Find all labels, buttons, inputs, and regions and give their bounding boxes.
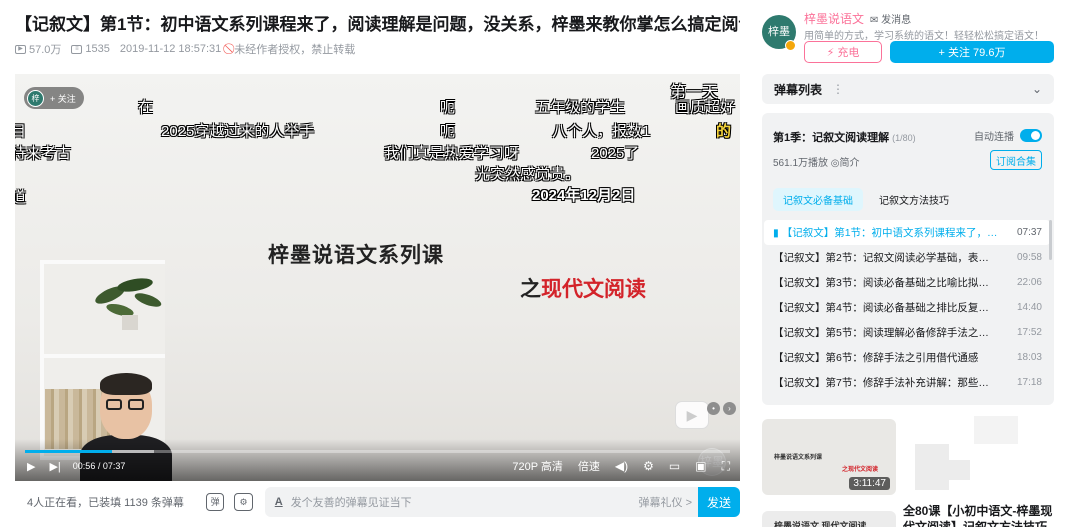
plant-image xyxy=(95,278,162,330)
danmaku: 待来考古 xyxy=(15,145,72,162)
episode-item[interactable]: 【记叙文】第6节：修辞手法之引用借代通感 18:03 xyxy=(764,345,1050,370)
danmaku: 2025了 xyxy=(591,145,640,162)
danmaku-toggle-icon[interactable]: 弹 xyxy=(205,493,225,511)
recommend-placeholder xyxy=(912,416,1022,494)
channel-logo-icon: 梓 xyxy=(27,89,44,107)
recommend-thumbnail-2[interactable]: 梓墨说语文 现代文阅读 xyxy=(762,505,896,527)
settings-gear-icon[interactable]: ⚙ xyxy=(643,459,654,473)
danmaku-count: ≡ 1535 xyxy=(71,43,110,55)
more-icon[interactable]: • xyxy=(707,402,720,415)
tab-basics[interactable]: 记叙文必备基础 xyxy=(773,188,863,211)
play-icon[interactable]: ▶ xyxy=(27,460,35,473)
player-follow-chip[interactable]: 梓 + 关注 xyxy=(24,87,84,109)
playing-icon: ▮ xyxy=(773,227,782,239)
time-display: 00:56 / 07:37 xyxy=(72,461,126,471)
uploader-card: 梓墨 梓墨说语文 ✉ 发消息 用简单的方式，学习系统的语文！轻轻松松搞定语文！ … xyxy=(762,8,1062,66)
recommend-thumbnail[interactable]: 梓墨说语文系列课 之现代文阅读 3:11:47 xyxy=(762,419,896,495)
progress-fill xyxy=(25,450,112,453)
quality-button[interactable]: 720P 高清 xyxy=(512,458,563,474)
danmaku-list-header[interactable]: 弹幕列表 ⋮ ⌄ xyxy=(762,74,1054,104)
danmaku-etiquette-link[interactable]: 弹幕礼仪 > xyxy=(639,494,692,510)
charge-button[interactable]: ⚡ 充电 xyxy=(804,41,882,63)
publish-date: 2019-11-12 18:57:31 xyxy=(119,43,222,55)
slide-subtitle: 之现代文阅读 xyxy=(520,278,646,301)
send-button[interactable]: 发送 xyxy=(698,487,740,517)
danmaku: 道 xyxy=(15,189,27,206)
danmaku: 的 xyxy=(716,123,732,140)
danmaku: 在 xyxy=(138,99,154,116)
danmaku: 五年级的学生 xyxy=(535,99,626,116)
danmaku: 2024年12月2日 xyxy=(532,187,636,204)
player-side-buttons: • › xyxy=(707,402,736,415)
lightning-icon: ⚡ xyxy=(826,46,835,59)
chevron-down-icon[interactable]: ⌄ xyxy=(1032,82,1042,96)
play-count-icon: ▶ xyxy=(15,44,26,54)
video-player[interactable]: 梓墨说语文系列课 之现代文阅读 在 呃 五年级的学生 画质超好 2025穿越过来… xyxy=(15,74,740,481)
danmaku: 呃 xyxy=(440,123,456,140)
follow-button[interactable]: + 关注 79.6万 xyxy=(890,41,1054,63)
episode-item[interactable]: 【记叙文】第4节：阅读必备基础之排比反复对偶 14:40 xyxy=(764,295,1050,320)
episode-item[interactable]: 【记叙文】第7节：修辞手法补充讲解：那些你不知道的17:18 xyxy=(764,370,1050,395)
verified-badge-icon xyxy=(785,40,796,51)
autoplay-toggle[interactable]: 自动连播 xyxy=(974,128,1042,143)
pip-icon[interactable]: ▭ xyxy=(669,459,680,473)
video-title: 【记叙文】第1节：初中语文系列课程来了，阅读理解是问题，没关系，梓墨来教你掌怎么… xyxy=(15,15,740,34)
playlist-panel: 第1季：记叙文阅读理解 (1/80) 自动连播 561.1万播放 ◎简介 订阅合集… xyxy=(762,113,1054,405)
widescreen-icon[interactable]: ▣ xyxy=(695,459,706,473)
episode-list: ▮ 【记叙文】第1节：初中语文系列课程来了，阅读理解是问题，没关系07:37 【… xyxy=(764,220,1050,395)
duration-badge: 3:11:47 xyxy=(849,477,890,490)
control-right: 720P 高清 倍速 ◀) ⚙ ▭ ▣ ⛶ xyxy=(512,458,730,474)
uploader-sign: 用简单的方式，学习系统的语文！轻轻松松搞定语文！ xyxy=(804,31,1044,42)
player-controls: ▶ ▶| 00:56 / 07:37 720P 高清 倍速 ◀) ⚙ ▭ ▣ ⛶ xyxy=(15,439,740,481)
danmaku: 第一天 xyxy=(670,84,719,101)
danmaku: 八个人，报数1 xyxy=(552,123,651,140)
danmaku: 目 xyxy=(15,123,27,140)
season-title[interactable]: 第1季：记叙文阅读理解 (1/80) xyxy=(773,129,916,145)
danmaku: 光突然感觉贵。 xyxy=(475,166,581,183)
danmaku-input[interactable]: A 发个友善的弹幕见证当下 弹幕礼仪 > xyxy=(264,487,699,517)
viewer-info: 4人正在看，已装填 1139 条弹幕 xyxy=(27,497,184,509)
episode-item[interactable]: 【记叙文】第2节：记叙文阅读必学基础，表达方式 09:58 xyxy=(764,245,1050,270)
slide-title: 梓墨说语文系列课 xyxy=(268,244,444,267)
playlist-tabs: 记叙文必备基础 记叙文方法技巧 xyxy=(773,188,959,211)
text-style-icon[interactable]: A xyxy=(275,496,283,508)
toggle-switch[interactable] xyxy=(1020,129,1042,142)
danmaku: 我们真是热爱学习呀 xyxy=(384,145,520,162)
recommend-title[interactable]: 全80课【小初中语文-梓墨现代文阅读】记叙文方法技巧 xyxy=(903,503,1063,527)
tv-icon[interactable]: ▶ xyxy=(675,401,709,429)
next-icon[interactable]: ▶| xyxy=(49,460,60,473)
uploader-name[interactable]: 梓墨说语文 xyxy=(804,10,864,27)
episode-item[interactable]: 【记叙文】第5节：阅读理解必备修辞手法之反问设问 17:52 xyxy=(764,320,1050,345)
playlist-stats: 561.1万播放 ◎简介 xyxy=(773,158,860,169)
danmaku-settings-icon[interactable]: ⚙ xyxy=(234,493,253,511)
playlist-scrollbar[interactable] xyxy=(1049,220,1052,260)
danmaku: 2025穿越过来的人举手 xyxy=(161,123,315,140)
video-meta: ▶57.0万 ≡1535 2019-11-12 18:57:31 ⃠未经作者授权… xyxy=(15,41,355,57)
fullscreen-icon[interactable]: ⛶ xyxy=(722,459,730,474)
volume-icon[interactable]: ◀) xyxy=(615,459,628,473)
episode-item[interactable]: 【记叙文】第3节：阅读必备基础之比喻比拟夸张 22:06 xyxy=(764,270,1050,295)
episode-item[interactable]: ▮ 【记叙文】第1节：初中语文系列课程来了，阅读理解是问题，没关系07:37 xyxy=(764,220,1050,245)
view-count: ▶ 57.0万 xyxy=(15,41,61,57)
message-link[interactable]: ✉ 发消息 xyxy=(870,11,911,26)
tab-methods[interactable]: 记叙文方法技巧 xyxy=(869,188,959,211)
copyright-notice: ⃠未经作者授权，禁止转载 xyxy=(234,44,356,56)
more-icon[interactable]: › xyxy=(723,402,736,415)
speed-button[interactable]: 倍速 xyxy=(578,458,600,474)
more-options-icon[interactable]: ⋮ xyxy=(832,82,844,96)
danmaku: 呃 xyxy=(440,99,456,116)
subscribe-collection-button[interactable]: 订阅合集 xyxy=(990,150,1042,170)
progress-bar[interactable] xyxy=(25,450,730,453)
danmaku-bar: 4人正在看，已装填 1139 条弹幕 弹 ⚙ A 发个友善的弹幕见证当下 弹幕礼… xyxy=(15,481,740,523)
control-row: ▶ ▶| 00:56 / 07:37 720P 高清 倍速 ◀) ⚙ ▭ ▣ ⛶ xyxy=(27,457,730,475)
danmaku-icon: ≡ xyxy=(71,44,83,54)
